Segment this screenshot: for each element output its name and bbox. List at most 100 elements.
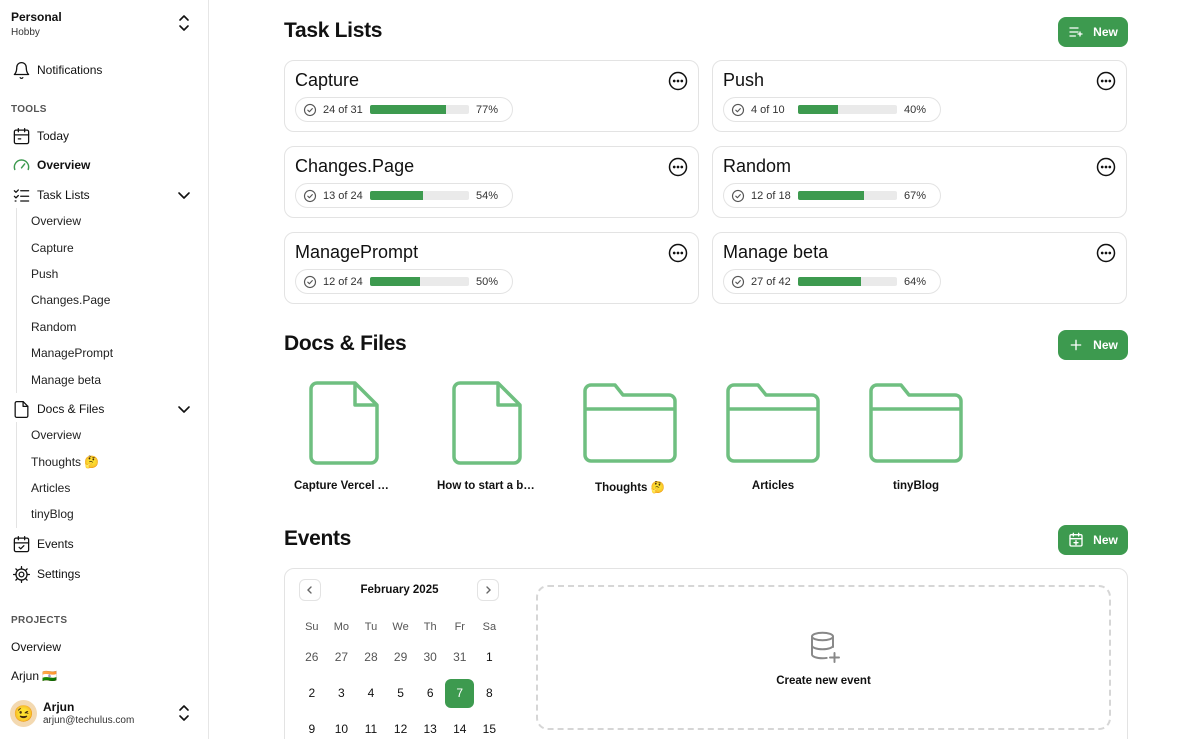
more-options-icon[interactable] xyxy=(668,71,688,91)
sidebar-item-overview[interactable]: Overview xyxy=(11,152,198,178)
weekday-label: Tu xyxy=(364,621,378,633)
subnav-item[interactable]: Push xyxy=(17,261,196,287)
progress-bar xyxy=(798,191,897,200)
calendar-day[interactable]: 11 xyxy=(356,711,386,739)
calendar-day[interactable]: 31 xyxy=(445,639,475,675)
progress-percent: 77% xyxy=(476,103,499,116)
task-list-card[interactable]: Push 4 of 10 40% xyxy=(712,60,1127,132)
task-count: 4 of 10 xyxy=(751,103,785,116)
events-heading: Events xyxy=(284,527,352,550)
calendar-day[interactable]: 2 xyxy=(297,675,327,711)
main-content: Task Lists New Capture 24 of 31 77% Push 4 o… xyxy=(209,0,1200,739)
bell-icon xyxy=(11,60,31,80)
sidebar-item-notifications[interactable]: Notifications xyxy=(11,57,198,83)
more-options-icon[interactable] xyxy=(668,243,688,263)
progress-bar-fill xyxy=(370,105,447,114)
item-thumbnail xyxy=(570,375,690,470)
task-list-card[interactable]: Manage beta 27 of 42 64% xyxy=(712,232,1127,304)
new-doc-button[interactable]: New xyxy=(1058,330,1128,360)
create-event-dropzone[interactable]: Create new event xyxy=(536,585,1111,730)
doc-item[interactable]: How to start a bl… xyxy=(427,375,547,492)
check-circle-icon xyxy=(731,189,745,202)
more-options-icon[interactable] xyxy=(1096,243,1116,263)
database-plus-icon xyxy=(810,631,840,663)
progress-bar xyxy=(798,277,897,286)
calendar-day[interactable]: 13 xyxy=(415,711,445,739)
docs-files-subnav: Overview Thoughts 🤔 Articles tinyBlog xyxy=(16,422,196,528)
folder-icon xyxy=(583,382,677,463)
subnav-item[interactable]: tinyBlog xyxy=(17,501,196,527)
calendar-day[interactable]: 1 xyxy=(475,639,505,675)
subnav-item[interactable]: Random xyxy=(17,314,196,340)
task-list-card[interactable]: Random 12 of 18 67% xyxy=(712,146,1127,218)
calendar-day[interactable]: 12 xyxy=(386,711,416,739)
calendar-day[interactable]: 10 xyxy=(327,711,357,739)
sidebar-item-today[interactable]: Today xyxy=(11,123,198,149)
calendar-day[interactable]: 30 xyxy=(415,639,445,675)
task-lists-heading: Task Lists xyxy=(284,19,383,42)
day-number: 7 xyxy=(445,678,475,708)
progress-bar xyxy=(370,191,469,200)
chevron-down-icon[interactable] xyxy=(176,401,192,420)
sidebar-item-docs-files[interactable]: Docs & Files xyxy=(11,396,198,422)
calendar-day[interactable]: 26 xyxy=(297,639,327,675)
task-list-card[interactable]: Changes.Page 13 of 24 54% xyxy=(284,146,699,218)
day-number: 6 xyxy=(426,686,434,700)
folder-item[interactable]: tinyBlog xyxy=(856,375,976,492)
task-list-card[interactable]: ManagePrompt 12 of 24 50% xyxy=(284,232,699,304)
subnav-item[interactable]: Changes.Page xyxy=(17,287,196,313)
sidebar-item-events[interactable]: Events xyxy=(11,531,198,557)
subnav-item[interactable]: Overview xyxy=(17,422,196,448)
progress-bar xyxy=(370,277,469,286)
subnav-item[interactable]: ManagePrompt xyxy=(17,340,196,366)
new-task-list-button[interactable]: New xyxy=(1058,17,1128,47)
progress-percent: 40% xyxy=(904,103,927,116)
team-plan: Hobby xyxy=(11,27,40,38)
project-item-overview[interactable]: Overview xyxy=(11,640,61,654)
day-number: 28 xyxy=(364,650,378,664)
folder-icon xyxy=(726,382,820,463)
day-number: 3 xyxy=(338,686,345,700)
calendar-day[interactable]: 8 xyxy=(475,675,505,711)
calendar-day[interactable]: 3 xyxy=(327,675,357,711)
team-switcher[interactable]: Personal Hobby xyxy=(11,10,198,40)
folder-item[interactable]: Thoughts 🤔 xyxy=(570,375,690,494)
create-event-label: Create new event xyxy=(776,674,871,687)
new-event-button[interactable]: New xyxy=(1058,525,1128,555)
more-options-icon[interactable] xyxy=(668,157,688,177)
calendar-day[interactable]: 15 xyxy=(475,711,505,739)
task-list-card[interactable]: Capture 24 of 31 77% xyxy=(284,60,699,132)
task-count: 13 of 24 xyxy=(323,189,363,202)
calendar-day[interactable]: 27 xyxy=(327,639,357,675)
subnav-item[interactable]: Manage beta xyxy=(17,366,196,392)
task-count: 12 of 24 xyxy=(323,275,363,288)
calendar-day[interactable]: 6 xyxy=(415,675,445,711)
progress-bar-fill xyxy=(370,191,424,200)
item-thumbnail xyxy=(427,375,547,470)
sidebar-item-settings[interactable]: Settings xyxy=(11,561,198,587)
progress-percent: 64% xyxy=(904,275,927,288)
more-options-icon[interactable] xyxy=(1096,71,1116,91)
next-month-button[interactable] xyxy=(477,579,499,601)
subnav-item[interactable]: Overview xyxy=(17,208,196,234)
calendar-day[interactable]: 7 xyxy=(445,675,475,711)
doc-item[interactable]: Capture Vercel A… xyxy=(284,375,404,492)
calendar-day[interactable]: 14 xyxy=(445,711,475,739)
sidebar-item-task-lists[interactable]: Task Lists xyxy=(11,182,198,208)
calendar-day[interactable]: 4 xyxy=(356,675,386,711)
calendar-day[interactable]: 5 xyxy=(386,675,416,711)
more-options-icon[interactable] xyxy=(1096,157,1116,177)
subnav-item[interactable]: Articles xyxy=(17,475,196,501)
user-menu[interactable]: 😉 Arjun arjun@techulus.com xyxy=(10,699,198,729)
check-circle-icon xyxy=(731,275,745,288)
chevron-down-icon[interactable] xyxy=(176,187,192,206)
folder-item[interactable]: Articles xyxy=(713,375,833,492)
progress-pill: 12 of 18 67% xyxy=(723,183,941,208)
subnav-item[interactable]: Capture xyxy=(17,234,196,260)
calendar-day[interactable]: 28 xyxy=(356,639,386,675)
calendar-day[interactable]: 9 xyxy=(297,711,327,739)
item-label: Thoughts 🤔 xyxy=(595,482,665,494)
project-item-arjun[interactable]: Arjun 🇮🇳 xyxy=(11,669,57,683)
calendar-day[interactable]: 29 xyxy=(386,639,416,675)
subnav-item[interactable]: Thoughts 🤔 xyxy=(17,448,196,474)
